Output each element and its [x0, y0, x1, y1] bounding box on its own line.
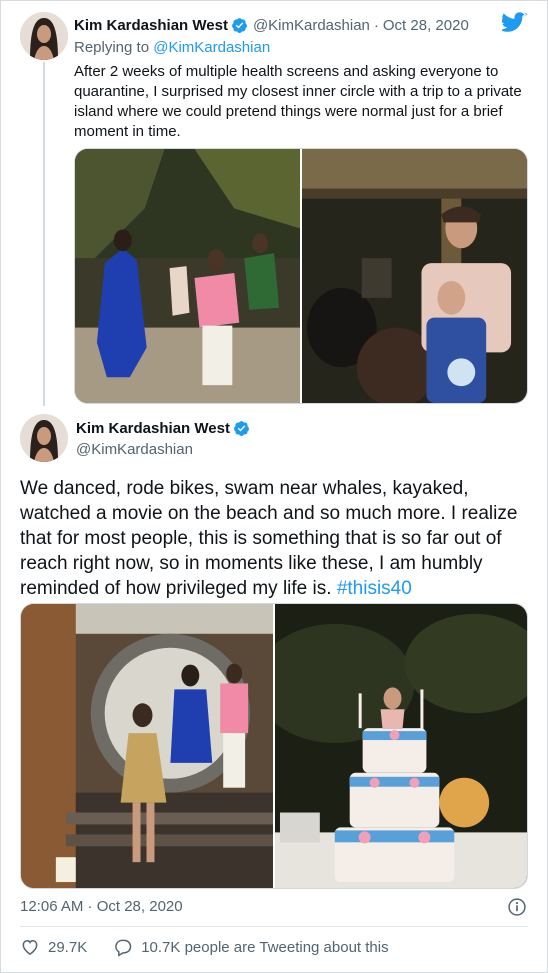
tweet-timestamp[interactable]: 12:06 AM · Oct 28, 2020	[20, 898, 183, 915]
replying-to-mention[interactable]: @KimKardashian	[153, 39, 270, 56]
tweet-date[interactable]: Oct 28, 2020	[383, 17, 469, 34]
reply-tweet-media[interactable]	[74, 148, 528, 404]
info-icon[interactable]	[507, 897, 527, 917]
verified-badge-icon	[233, 421, 249, 436]
hashtag-link[interactable]: #thisis40	[337, 578, 412, 599]
tweeting-about-text: 10.7K people are Tweeting about this	[141, 938, 389, 956]
media-photo[interactable]	[302, 149, 527, 403]
media-photo[interactable]	[75, 149, 300, 403]
separator-dot: ·	[373, 16, 379, 34]
media-photo[interactable]	[275, 604, 527, 888]
main-tweet-text: We danced, rode bikes, swam near whales,…	[20, 476, 525, 601]
tweet-actions-bar: 29.7K 10.7K people are Tweeting about th…	[20, 935, 389, 959]
verified-badge-icon	[231, 17, 247, 33]
replying-to-line: Replying to @KimKardashian	[74, 39, 270, 56]
author-avatar[interactable]	[20, 12, 68, 60]
author-handle[interactable]: @KimKardashian	[76, 441, 193, 458]
actions-divider	[20, 926, 528, 927]
twitter-bird-icon[interactable]	[502, 12, 528, 34]
main-tweet-media[interactable]	[20, 603, 528, 889]
like-count: 29.7K	[48, 938, 88, 956]
main-tweet-author: Kim Kardashian West	[76, 420, 250, 437]
speech-bubble-icon	[115, 939, 132, 957]
author-avatar[interactable]	[20, 414, 68, 462]
heart-icon	[22, 939, 38, 955]
like-button[interactable]: 29.7K	[20, 937, 87, 957]
thread-connector-line	[43, 62, 45, 406]
reply-tweet-text: After 2 weeks of multiple health screens…	[74, 63, 522, 140]
author-handle[interactable]: @KimKardashian	[253, 17, 370, 34]
reply-tweet-header: Kim Kardashian West @KimKardashian · Oct…	[74, 15, 469, 35]
author-name[interactable]: Kim Kardashian West	[74, 17, 228, 34]
replying-prefix: Replying to	[74, 39, 150, 56]
tweeting-about-link[interactable]: 10.7K people are Tweeting about this	[113, 937, 389, 957]
author-name[interactable]: Kim Kardashian West	[76, 420, 230, 437]
media-photo[interactable]	[21, 604, 273, 888]
tweet-body: We danced, rode bikes, swam near whales,…	[20, 478, 518, 599]
